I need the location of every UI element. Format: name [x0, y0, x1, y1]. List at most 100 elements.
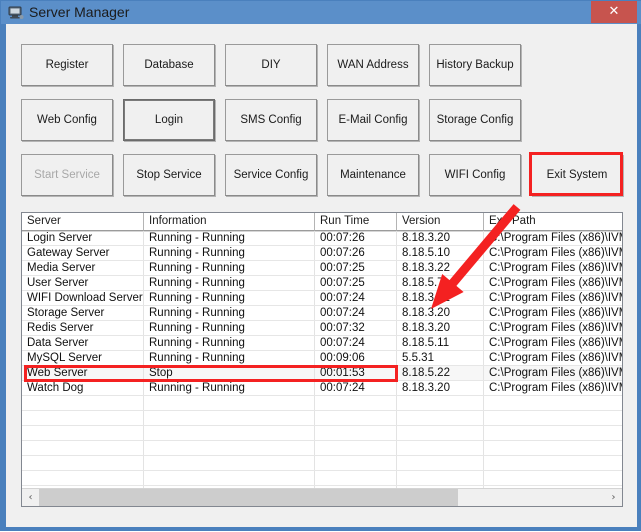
cell-empty	[397, 396, 484, 411]
cell-information: Running - Running	[144, 321, 315, 336]
wan-address-button[interactable]: WAN Address	[327, 44, 419, 86]
table-row-empty	[22, 411, 622, 426]
column-header-exe-path[interactable]: Exe Path	[484, 213, 622, 231]
window-title: Server Manager	[29, 4, 130, 20]
cell-empty	[484, 471, 622, 486]
cell-run-time: 00:07:25	[315, 276, 397, 291]
table-row[interactable]: Data Server Running - Running 00:07:24 8.18…	[22, 336, 622, 351]
cell-run-time: 00:07:24	[315, 306, 397, 321]
cell-empty	[315, 456, 397, 471]
stop-service-button[interactable]: Stop Service	[123, 154, 215, 196]
cell-exe-path: C:\Program Files (x86)\IVM	[484, 291, 622, 306]
cell-exe-path: C:\Program Files (x86)\IVM	[484, 321, 622, 336]
cell-empty	[484, 411, 622, 426]
table-row[interactable]: MySQL Server Running - Running 00:09:06 5.5…	[22, 351, 622, 366]
exit-system-button[interactable]: Exit System	[531, 154, 623, 196]
scroll-right-arrow-icon[interactable]: ›	[605, 489, 622, 506]
column-header-server[interactable]: Server	[22, 213, 144, 231]
cell-exe-path: C:\Program Files (x86)\IVM	[484, 381, 622, 396]
table-row[interactable]: Login Server Running - Running 00:07:26 8.1…	[22, 231, 622, 246]
cell-empty	[22, 471, 144, 486]
table-row[interactable]: Redis Server Running - Running 00:07:32 8.1…	[22, 321, 622, 336]
client-area: Register Database DIY WAN Address Histor…	[6, 24, 637, 527]
table-row[interactable]: Media Server Running - Running 00:07:25 8.1…	[22, 261, 622, 276]
cell-empty	[397, 441, 484, 456]
cell-empty	[22, 426, 144, 441]
horizontal-scrollbar[interactable]: ‹ ›	[22, 488, 622, 506]
scroll-left-arrow-icon[interactable]: ‹	[22, 489, 39, 506]
cell-run-time: 00:07:26	[315, 246, 397, 261]
cell-server: Storage Server	[22, 306, 144, 321]
cell-server: Watch Dog	[22, 381, 144, 396]
cell-empty	[144, 426, 315, 441]
cell-exe-path: C:\Program Files (x86)\IVM	[484, 231, 622, 246]
column-header-information[interactable]: Information	[144, 213, 315, 231]
toolbar-row-1: Register Database DIY WAN Address Histor…	[6, 44, 637, 86]
table-row-empty	[22, 426, 622, 441]
cell-information: Running - Running	[144, 246, 315, 261]
cell-empty	[315, 396, 397, 411]
email-config-button[interactable]: E-Mail Config	[327, 99, 419, 141]
table-header-row: Server Information Run Time Version Exe Path	[22, 213, 622, 232]
sms-config-button[interactable]: SMS Config	[225, 99, 317, 141]
web-config-button[interactable]: Web Config	[21, 99, 113, 141]
register-button[interactable]: Register	[21, 44, 113, 86]
table-row-empty	[22, 471, 622, 486]
column-header-run-time[interactable]: Run Time	[315, 213, 397, 231]
cell-empty	[397, 471, 484, 486]
start-service-button: Start Service	[21, 154, 113, 196]
cell-exe-path: C:\Program Files (x86)\IVM	[484, 336, 622, 351]
table-row[interactable]: WIFI Download Server Running - Running 00:…	[22, 291, 622, 306]
cell-exe-path: C:\Program Files (x86)\IVM	[484, 261, 622, 276]
cell-run-time: 00:07:24	[315, 381, 397, 396]
server-list-view[interactable]: Server Information Run Time Version Exe Path…	[21, 212, 623, 507]
cell-run-time: 00:07:24	[315, 336, 397, 351]
cell-exe-path: C:\Program Files (x86)\IVM	[484, 351, 622, 366]
cell-empty	[22, 396, 144, 411]
diy-button[interactable]: DIY	[225, 44, 317, 86]
cell-version: 5.5.31	[397, 351, 484, 366]
cell-empty	[144, 396, 315, 411]
cell-empty	[315, 411, 397, 426]
cell-exe-path: C:\Program Files (x86)\IVM	[484, 276, 622, 291]
cell-run-time: 00:07:24	[315, 291, 397, 306]
cell-empty	[22, 411, 144, 426]
scrollbar-thumb[interactable]	[39, 489, 458, 506]
cell-version: 8.18.5.7	[397, 276, 484, 291]
title-bar: Server Manager ✕	[1, 1, 641, 24]
maintenance-button[interactable]: Maintenance	[327, 154, 419, 196]
cell-run-time: 00:01:53	[315, 366, 397, 381]
table-row[interactable]: Storage Server Running - Running 00:07:24 8…	[22, 306, 622, 321]
table-row[interactable]: User Server Running - Running 00:07:25 8.18…	[22, 276, 622, 291]
cell-empty	[397, 411, 484, 426]
table-row[interactable]: Watch Dog Running - Running 00:07:24 8.18.3…	[22, 381, 622, 396]
cell-run-time: 00:07:32	[315, 321, 397, 336]
cell-empty	[144, 456, 315, 471]
service-config-button[interactable]: Service Config	[225, 154, 317, 196]
login-button[interactable]: Login	[123, 99, 215, 141]
column-header-version[interactable]: Version	[397, 213, 484, 231]
table-row[interactable]: Web Server Stop 00:01:53 8.18.5.22 C:\Progra…	[22, 366, 622, 381]
cell-run-time: 00:07:25	[315, 261, 397, 276]
cell-server: Data Server	[22, 336, 144, 351]
server-monitor-icon	[8, 6, 24, 19]
cell-empty	[484, 456, 622, 471]
table-row-empty	[22, 441, 622, 456]
cell-version: 8.18.3.20	[397, 321, 484, 336]
database-button[interactable]: Database	[123, 44, 215, 86]
cell-information: Running - Running	[144, 261, 315, 276]
cell-version: 8.18.3.21	[397, 291, 484, 306]
table-row[interactable]: Gateway Server Running - Running 00:07:26 8…	[22, 246, 622, 261]
cell-information: Running - Running	[144, 231, 315, 246]
toolbar-row-3: Start Service Stop Service Service Confi…	[6, 152, 637, 196]
wifi-config-button[interactable]: WIFI Config	[429, 154, 521, 196]
storage-config-button[interactable]: Storage Config	[429, 99, 521, 141]
cell-information: Running - Running	[144, 291, 315, 306]
cell-empty	[484, 441, 622, 456]
cell-version: 8.18.3.20	[397, 381, 484, 396]
table-row-empty	[22, 456, 622, 471]
history-backup-button[interactable]: History Backup	[429, 44, 521, 86]
close-button[interactable]: ✕	[591, 1, 637, 23]
cell-empty	[315, 426, 397, 441]
cell-information: Running - Running	[144, 276, 315, 291]
